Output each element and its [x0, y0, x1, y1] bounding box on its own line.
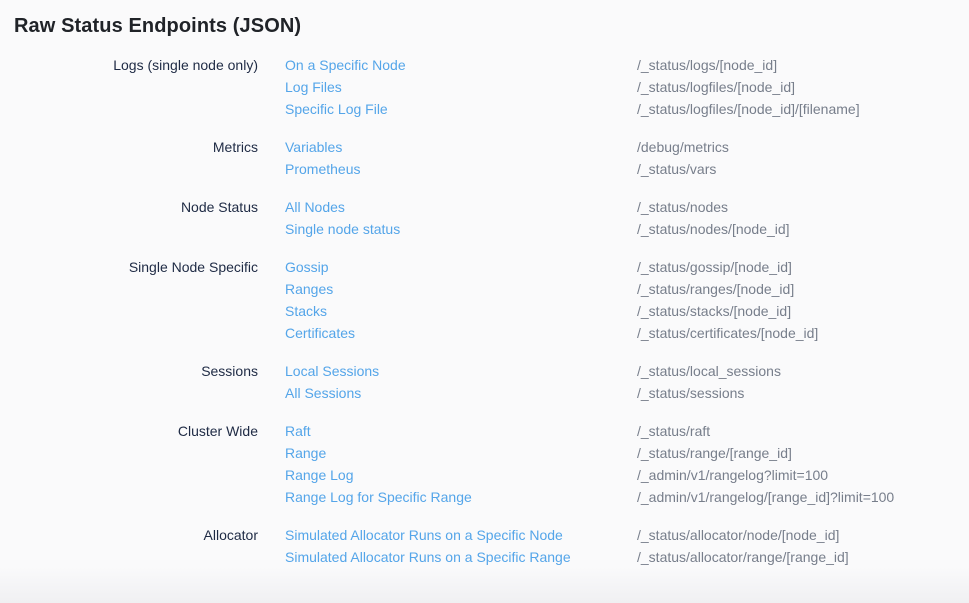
endpoint-path: /_status/logfiles/[node_id]/[filename]	[637, 98, 969, 120]
endpoint-path: /_status/gossip/[node_id]	[637, 256, 969, 278]
endpoint-links-column: RaftRangeRange LogRange Log for Specific…	[258, 420, 637, 508]
endpoint-path: /debug/metrics	[637, 136, 969, 158]
endpoint-path: /_status/range/[range_id]	[637, 442, 969, 464]
endpoint-link[interactable]: Simulated Allocator Runs on a Specific R…	[285, 546, 637, 568]
category-label: Node Status	[0, 196, 258, 240]
endpoint-path: /_status/nodes	[637, 196, 969, 218]
category-label: Single Node Specific	[0, 256, 258, 344]
endpoint-path: /_status/logfiles/[node_id]	[637, 76, 969, 98]
endpoint-link[interactable]: Stacks	[285, 300, 637, 322]
endpoint-paths-column: /_status/gossip/[node_id]/_status/ranges…	[637, 256, 969, 344]
endpoint-section: SessionsLocal SessionsAll Sessions/_stat…	[0, 360, 969, 404]
endpoints-table: Logs (single node only)On a Specific Nod…	[0, 54, 969, 568]
endpoint-section: Node StatusAll NodesSingle node status/_…	[0, 196, 969, 240]
endpoint-path: /_status/certificates/[node_id]	[637, 322, 969, 344]
endpoint-section: MetricsVariablesPrometheus/debug/metrics…	[0, 136, 969, 180]
category-label: Sessions	[0, 360, 258, 404]
endpoint-paths-column: /debug/metrics/_status/vars	[637, 136, 969, 180]
endpoint-paths-column: /_status/nodes/_status/nodes/[node_id]	[637, 196, 969, 240]
endpoint-path: /_status/allocator/node/[node_id]	[637, 524, 969, 546]
endpoint-link[interactable]: Local Sessions	[285, 360, 637, 382]
endpoint-path: /_admin/v1/rangelog?limit=100	[637, 464, 969, 486]
endpoint-paths-column: /_status/logs/[node_id]/_status/logfiles…	[637, 54, 969, 120]
endpoint-link[interactable]: Ranges	[285, 278, 637, 300]
endpoint-link[interactable]: All Nodes	[285, 196, 637, 218]
endpoint-path: /_status/local_sessions	[637, 360, 969, 382]
endpoint-path: /_status/logs/[node_id]	[637, 54, 969, 76]
endpoint-link[interactable]: Certificates	[285, 322, 637, 344]
endpoint-link[interactable]: Specific Log File	[285, 98, 637, 120]
endpoint-path: /_status/vars	[637, 158, 969, 180]
endpoint-path: /_status/ranges/[node_id]	[637, 278, 969, 300]
endpoint-link[interactable]: Prometheus	[285, 158, 637, 180]
endpoint-paths-column: /_status/raft/_status/range/[range_id]/_…	[637, 420, 969, 508]
endpoint-path: /_status/allocator/range/[range_id]	[637, 546, 969, 568]
endpoint-section: Logs (single node only)On a Specific Nod…	[0, 54, 969, 120]
endpoint-path: /_status/nodes/[node_id]	[637, 218, 969, 240]
category-label: Cluster Wide	[0, 420, 258, 508]
endpoint-paths-column: /_status/local_sessions/_status/sessions	[637, 360, 969, 404]
endpoint-link[interactable]: All Sessions	[285, 382, 637, 404]
endpoint-links-column: GossipRangesStacksCertificates	[258, 256, 637, 344]
endpoint-links-column: VariablesPrometheus	[258, 136, 637, 180]
endpoint-link[interactable]: Range Log	[285, 464, 637, 486]
category-label: Logs (single node only)	[0, 54, 258, 120]
endpoint-section: Allocator Simulated Allocator Runs on a S…	[0, 524, 969, 568]
endpoint-link[interactable]: Gossip	[285, 256, 637, 278]
endpoint-link[interactable]: Raft	[285, 420, 637, 442]
endpoint-paths-column: /_status/allocator/node/[node_id]/_statu…	[637, 524, 969, 568]
endpoint-path: /_admin/v1/rangelog/[range_id]?limit=100	[637, 486, 969, 508]
category-label: Allocator	[0, 524, 258, 568]
endpoint-links-column: On a Specific NodeLog FilesSpecific Log …	[258, 54, 637, 120]
endpoint-path: /_status/sessions	[637, 382, 969, 404]
endpoint-link[interactable]: Simulated Allocator Runs on a Specific N…	[285, 524, 637, 546]
endpoint-links-column: Simulated Allocator Runs on a Specific N…	[258, 524, 637, 568]
endpoint-links-column: Local SessionsAll Sessions	[258, 360, 637, 404]
category-label: Metrics	[0, 136, 258, 180]
endpoint-link[interactable]: Variables	[285, 136, 637, 158]
endpoint-path: /_status/stacks/[node_id]	[637, 300, 969, 322]
endpoint-path: /_status/raft	[637, 420, 969, 442]
endpoint-link[interactable]: Single node status	[285, 218, 637, 240]
endpoint-link[interactable]: Range	[285, 442, 637, 464]
endpoint-section: Single Node SpecificGossipRangesStacksCe…	[0, 256, 969, 344]
page-title: Raw Status Endpoints (JSON)	[14, 13, 969, 39]
endpoint-links-column: All NodesSingle node status	[258, 196, 637, 240]
endpoint-link[interactable]: Range Log for Specific Range	[285, 486, 637, 508]
endpoint-link[interactable]: Log Files	[285, 76, 637, 98]
endpoint-link[interactable]: On a Specific Node	[285, 54, 637, 76]
endpoint-section: Cluster WideRaftRangeRange LogRange Log …	[0, 420, 969, 508]
